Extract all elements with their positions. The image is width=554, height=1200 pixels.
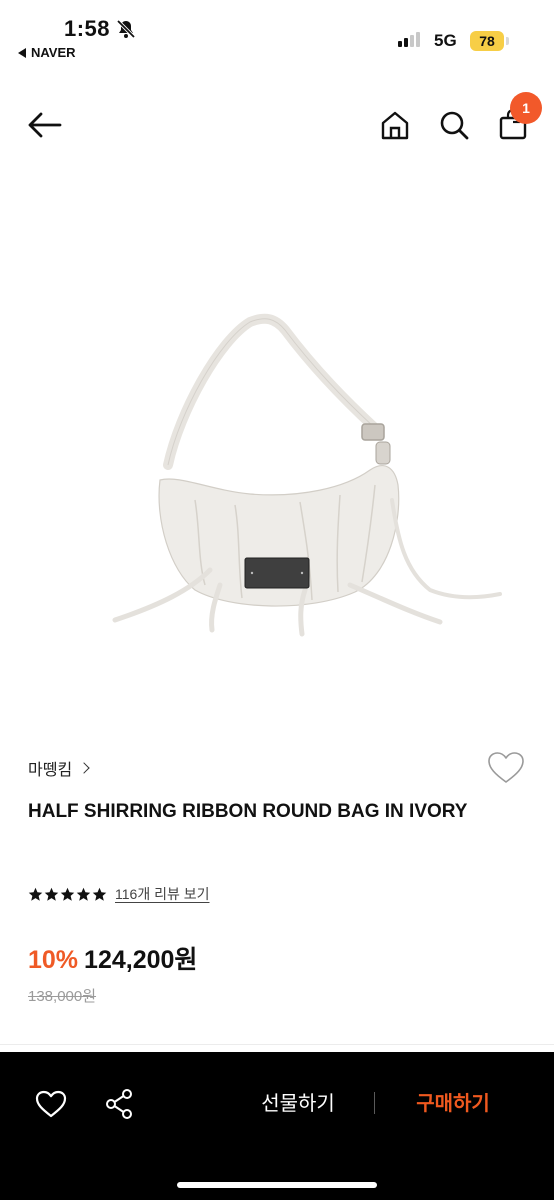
share-button[interactable] (102, 1086, 136, 1122)
gift-button[interactable]: 선물하기 (236, 1086, 360, 1122)
bottom-separator (374, 1092, 375, 1114)
heart-icon (488, 752, 524, 783)
back-app-label: NAVER (31, 45, 76, 60)
bell-slash-icon (116, 19, 136, 39)
bottom-action-bar: 선물하기 구매하기 (0, 1052, 554, 1200)
back-arrow-icon (28, 112, 62, 138)
review-link[interactable]: 116개 리뷰 보기 (115, 884, 210, 904)
signal-icon (398, 32, 420, 47)
original-price: 138,000원 (28, 988, 97, 1005)
status-time: 1:58 (64, 16, 111, 41)
network-label: 5G (434, 31, 457, 50)
star-icon (28, 887, 43, 901)
home-icon (381, 111, 409, 140)
brand-name: 마뗑킴 (28, 762, 73, 779)
search-icon (440, 111, 469, 140)
cart-count-badge: 1 (510, 92, 542, 124)
brand-link[interactable]: 마뗑킴 (28, 756, 90, 780)
chevron-right-icon (78, 762, 90, 774)
status-bar: 1:58 NAVER 5G 78 (0, 0, 554, 70)
bottom-wishlist-button[interactable] (34, 1088, 68, 1120)
back-button[interactable] (24, 108, 64, 142)
search-button[interactable] (436, 106, 472, 144)
battery-tip (506, 37, 509, 45)
wishlist-button[interactable] (486, 748, 526, 788)
star-icon (76, 887, 91, 901)
rating-row: 116개 리뷰 보기 (28, 884, 210, 904)
sale-price: 124,200원 (84, 946, 198, 974)
heart-icon (35, 1090, 67, 1118)
star-icon (92, 887, 107, 901)
back-triangle-icon (18, 47, 26, 58)
rating-stars (28, 887, 107, 902)
star-icon (44, 887, 59, 901)
top-nav (0, 96, 554, 156)
divider (0, 1044, 554, 1045)
share-icon (106, 1089, 132, 1119)
home-button[interactable] (376, 106, 414, 144)
battery-indicator: 78 (470, 31, 504, 51)
product-image[interactable] (100, 300, 510, 640)
star-icon (60, 887, 75, 901)
home-indicator[interactable] (177, 1182, 377, 1188)
price-row: 10% 124,200원 (28, 940, 197, 976)
discount-rate: 10% (28, 946, 79, 974)
product-title: HALF SHIRRING RIBBON ROUND BAG IN IVORY (28, 801, 468, 822)
buy-button[interactable]: 구매하기 (394, 1086, 512, 1122)
back-to-app-link[interactable]: NAVER (18, 45, 76, 60)
